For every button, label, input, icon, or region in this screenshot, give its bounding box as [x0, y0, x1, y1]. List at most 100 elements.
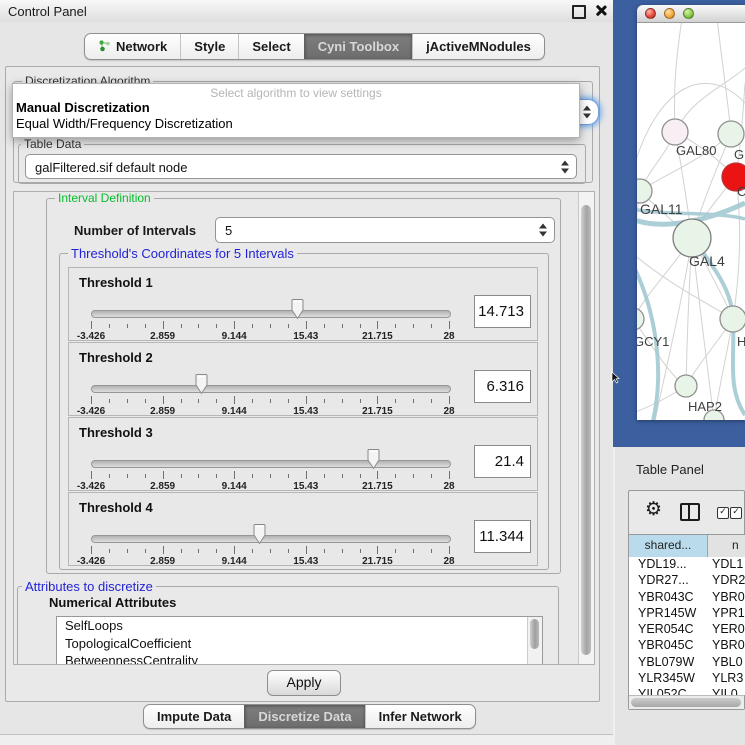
network-node[interactable]: [662, 119, 688, 145]
cell-shared-name[interactable]: YBR045C: [629, 638, 707, 654]
threshold-1-value-input[interactable]: [474, 295, 531, 328]
list-scrollbar[interactable]: [527, 617, 542, 665]
table-row[interactable]: YLR345WYLR3: [629, 671, 745, 687]
list-item[interactable]: TopologicalCoefficient: [57, 635, 542, 653]
axis-tick: [91, 471, 92, 479]
axis-tick: [377, 471, 378, 479]
split-columns-icon[interactable]: [680, 503, 700, 521]
algorithm-prompt: Select algorithm to view settings: [13, 86, 579, 100]
table-row[interactable]: YBR045CYBR0: [629, 638, 745, 654]
threshold-2-value-input[interactable]: [474, 370, 531, 403]
table-row[interactable]: YDR27...YDR2: [629, 573, 745, 589]
network-canvas[interactable]: GAL80 G C GAL11 GAL4 GCY1 H HAP2: [637, 23, 745, 420]
threshold-4-label: Threshold 4: [79, 500, 153, 515]
network-node[interactable]: [673, 219, 711, 257]
axis-tick: [413, 324, 414, 328]
column-header-shared-name[interactable]: shared...: [629, 535, 708, 557]
close-traffic-light-icon[interactable]: [645, 8, 656, 19]
list-item[interactable]: BetweennessCentrality: [57, 652, 542, 665]
threshold-2-slider-handle[interactable]: [194, 374, 209, 395]
tab-discretize-data[interactable]: Discretize Data: [244, 705, 364, 728]
threshold-2-label: Threshold 2: [79, 350, 153, 365]
axis-tick: [449, 321, 450, 329]
checkbox-icon[interactable]: ✓: [730, 507, 742, 519]
cell-shared-name[interactable]: YLR345W: [629, 671, 707, 687]
tab-impute-data[interactable]: Impute Data: [144, 705, 244, 728]
cell-shared-name[interactable]: YIL052C: [629, 687, 707, 695]
threshold-4-slider-track[interactable]: [91, 535, 451, 543]
axis-tick-label: 21.715: [362, 406, 393, 417]
network-node[interactable]: [718, 121, 744, 147]
list-scrollbar-thumb[interactable]: [530, 619, 539, 649]
cell-name[interactable]: YBR0: [707, 590, 745, 606]
threshold-3-slider-track[interactable]: [91, 460, 451, 468]
network-node[interactable]: [675, 375, 697, 397]
threshold-2-slider-track[interactable]: [91, 385, 451, 393]
table-row[interactable]: YPR145WYPR1: [629, 606, 745, 622]
threshold-3-value-input[interactable]: [474, 445, 531, 478]
table-row[interactable]: YIL052CYIL0: [629, 687, 745, 695]
settings-scrollbar[interactable]: [578, 192, 594, 664]
table-row[interactable]: YBR043CYBR0: [629, 590, 745, 606]
node-label: GAL11: [640, 201, 683, 217]
table-hscrollbar[interactable]: [629, 695, 744, 709]
cell-name[interactable]: YPR1: [707, 606, 745, 622]
cell-shared-name[interactable]: YBR043C: [629, 590, 707, 606]
cell-name[interactable]: YDR2: [707, 573, 745, 589]
cell-name[interactable]: YLR3: [707, 671, 743, 687]
cell-shared-name[interactable]: YDL19...: [629, 557, 707, 573]
axis-tick: [360, 549, 361, 553]
tab-select[interactable]: Select: [238, 34, 303, 59]
cell-name[interactable]: YBL0: [707, 655, 743, 671]
tab-style[interactable]: Style: [180, 34, 238, 59]
tab-infer-network[interactable]: Infer Network: [365, 705, 475, 728]
cell-name[interactable]: YER0: [707, 622, 745, 638]
axis-tick: [198, 549, 199, 553]
threshold-1-slider-track[interactable]: [91, 310, 451, 318]
cell-shared-name[interactable]: YDR27...: [629, 573, 707, 589]
threshold-1-slider-handle[interactable]: [290, 299, 305, 320]
tab-network[interactable]: Network: [85, 34, 180, 59]
column-header-name[interactable]: n: [708, 535, 745, 557]
network-node[interactable]: [637, 179, 652, 203]
number-of-intervals-spinner[interactable]: 5: [215, 217, 555, 243]
list-item[interactable]: SelfLoops: [57, 617, 542, 635]
table-row[interactable]: YBL079WYBL0: [629, 655, 745, 671]
apply-button[interactable]: Apply: [267, 670, 341, 696]
table-row[interactable]: YDL19...YDL1: [629, 557, 745, 573]
table-rows: YDL19...YDL1YDR27...YDR2YBR043CYBR0YPR14…: [629, 557, 745, 695]
table-data-combobox[interactable]: galFiltered.sif default node: [25, 154, 577, 179]
network-node[interactable]: [637, 308, 644, 330]
checkbox-icon[interactable]: ✓: [717, 507, 729, 519]
float-window-icon[interactable]: [572, 5, 586, 19]
tab-cyni-toolbox[interactable]: Cyni Toolbox: [304, 34, 412, 59]
threshold-4-slider-handle[interactable]: [252, 524, 267, 545]
cell-shared-name[interactable]: YBL079W: [629, 655, 707, 671]
network-node[interactable]: [720, 306, 745, 332]
table-hscrollbar-thumb[interactable]: [631, 698, 741, 707]
numerical-attributes-list[interactable]: SelfLoopsTopologicalCoefficientBetweenne…: [56, 616, 543, 665]
table-toolbar: ⚙ ✓ ✓: [629, 491, 744, 534]
settings-scrollbar-thumb[interactable]: [581, 205, 591, 655]
axis-tick-label: 2.859: [150, 406, 175, 417]
cell-shared-name[interactable]: YPR145W: [629, 606, 707, 622]
minimize-traffic-light-icon[interactable]: [664, 8, 675, 19]
gear-icon[interactable]: ⚙: [645, 500, 662, 519]
algorithm-option-manual[interactable]: Manual Discretization: [13, 100, 579, 116]
table-row[interactable]: YER054CYER0: [629, 622, 745, 638]
cell-name[interactable]: YDL1: [707, 557, 743, 573]
axis-tick: [163, 546, 164, 554]
cell-name[interactable]: YBR0: [707, 638, 745, 654]
cell-shared-name[interactable]: YER054C: [629, 622, 707, 638]
tab-jactivemnodules[interactable]: jActiveMNodules: [412, 34, 544, 59]
threshold-4-axis: -3.4262.8599.14415.4321.71528: [91, 546, 449, 568]
algorithm-option-equal-width[interactable]: Equal Width/Frequency Discretization: [13, 116, 579, 132]
settings-scroll-panel: Interval Definition Number of Intervals …: [13, 191, 595, 665]
threshold-3-slider-handle[interactable]: [366, 449, 381, 470]
axis-tick: [324, 549, 325, 553]
threshold-4-value-input[interactable]: [474, 520, 531, 553]
zoom-traffic-light-icon[interactable]: [683, 8, 694, 19]
close-icon[interactable]: [595, 5, 606, 16]
axis-tick: [288, 399, 289, 403]
cell-name[interactable]: YIL0: [707, 687, 738, 695]
